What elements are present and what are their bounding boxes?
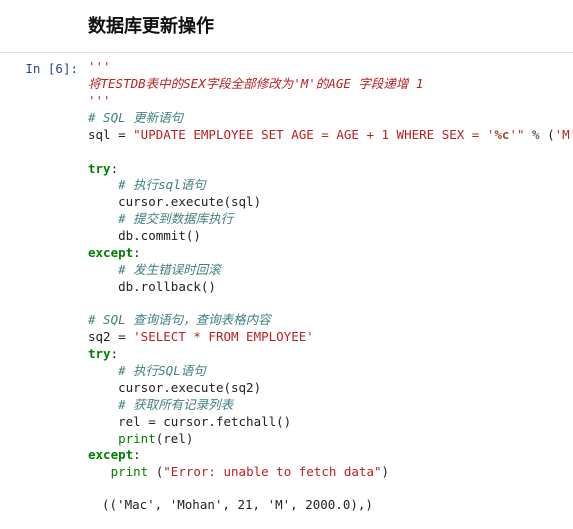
error-string: "Error: unable to fetch data"	[163, 464, 381, 479]
docstring-body: 将TESTDB表中的SEX字段全部修改为'M'的AGE 字段递增 1	[88, 76, 423, 91]
code-block[interactable]: ''' 将TESTDB表中的SEX字段全部修改为'M'的AGE 字段递增 1 '…	[88, 59, 573, 481]
except-keyword-1: except	[88, 245, 133, 260]
fetchall: rel = cursor.fetchall()	[118, 414, 291, 429]
try-keyword-1: try	[88, 161, 111, 176]
cell-output: (('Mac', 'Mohan', 21, 'M', 2000.0),)	[0, 491, 573, 520]
comment-fetchall: # 获取所有记录列表	[118, 397, 233, 412]
tuple-open: (	[547, 127, 555, 142]
code-cell: In [6]: ''' 将TESTDB表中的SEX字段全部修改为'M'的AGE …	[0, 55, 573, 491]
print-arg-1: (rel)	[156, 431, 194, 446]
print2-open: (	[148, 464, 163, 479]
sql-update-fmt: %c	[494, 127, 509, 142]
docstring-close: '''	[88, 93, 111, 108]
try-keyword-2: try	[88, 346, 111, 361]
percent-op: %	[525, 127, 548, 142]
comment-sql-select: # SQL 查询语句，查询表格内容	[88, 312, 271, 327]
assign-sq2: sq2 =	[88, 329, 133, 344]
cursor-execute-1: cursor.execute(sql)	[118, 194, 261, 209]
print2-close: )	[382, 464, 390, 479]
comment-commit: # 提交到数据库执行	[118, 211, 233, 226]
sql-update-part1: "UPDATE EMPLOYEE SET AGE = AGE + 1 WHERE…	[133, 127, 494, 142]
tuple-arg: 'M'	[555, 127, 573, 142]
print-builtin-1: print	[118, 431, 156, 446]
comment-rollback: # 发生错误时回滚	[118, 262, 221, 277]
comment-exec-sql: # 执行sql语句	[118, 177, 206, 192]
except-keyword-2: except	[88, 447, 133, 462]
sql-select: 'SELECT * FROM EMPLOYEE'	[133, 329, 314, 344]
input-prompt: In [6]:	[0, 59, 88, 481]
db-rollback: db.rollback()	[118, 279, 216, 294]
cursor-execute-2: cursor.execute(sq2)	[118, 380, 261, 395]
sql-update-part2: '"	[509, 127, 524, 142]
docstring-open: '''	[88, 59, 111, 74]
comment-sql-update: # SQL 更新语句	[88, 110, 183, 125]
section-heading: 数据库更新操作	[88, 14, 573, 38]
db-commit: db.commit()	[118, 228, 201, 243]
notebook-page: 数据库更新操作 In [6]: ''' 将TESTDB表中的SEX字段全部修改为…	[0, 0, 573, 520]
markdown-cell: 数据库更新操作	[0, 0, 573, 53]
assign-sql: sql =	[88, 127, 133, 142]
print-builtin-2: print	[111, 464, 149, 479]
comment-exec-sql2: # 执行SQL语句	[118, 363, 206, 378]
